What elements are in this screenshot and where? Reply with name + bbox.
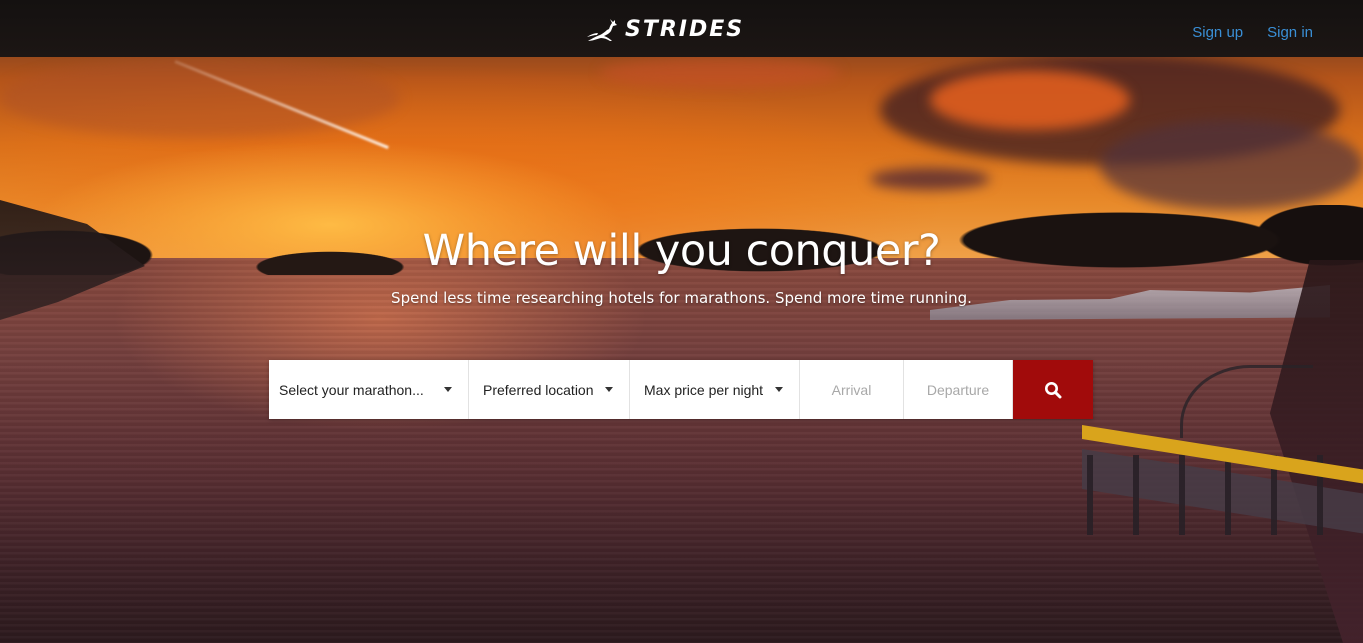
cloud bbox=[870, 168, 990, 190]
hotel-search-form: Select your marathon... Preferred locati… bbox=[269, 359, 1093, 420]
chevron-down-icon bbox=[605, 387, 613, 392]
departure-date-input[interactable] bbox=[904, 359, 1012, 420]
sign-in-link[interactable]: Sign in bbox=[1267, 24, 1313, 41]
cloud bbox=[1100, 120, 1363, 210]
location-select-value: Preferred location bbox=[483, 381, 594, 398]
brand-name: STRIDES bbox=[625, 16, 745, 42]
brand-logo-link[interactable]: STRIDES bbox=[585, 10, 744, 48]
page: STRIDES Sign up Sign in Where will you c… bbox=[0, 0, 1363, 643]
chevron-down-icon bbox=[775, 387, 783, 392]
arrival-date-input[interactable] bbox=[800, 359, 903, 420]
gazelle-leaping-icon bbox=[587, 19, 617, 41]
top-navbar: STRIDES Sign up Sign in bbox=[0, 0, 1363, 57]
marathon-select-value: Select your marathon... bbox=[279, 381, 424, 398]
search-button[interactable] bbox=[1013, 360, 1093, 419]
cloud bbox=[600, 58, 840, 88]
search-icon bbox=[1045, 381, 1062, 398]
hero-title: Where will you conquer? bbox=[422, 226, 941, 276]
hero-subtitle: Spend less time researching hotels for m… bbox=[391, 289, 972, 307]
sign-up-link[interactable]: Sign up bbox=[1192, 24, 1243, 41]
account-nav: Sign up Sign in bbox=[1192, 24, 1313, 41]
departure-field-wrapper bbox=[904, 359, 1013, 420]
hero-background-image bbox=[0, 0, 1363, 643]
chevron-down-icon bbox=[444, 387, 452, 392]
marathon-select[interactable]: Select your marathon... bbox=[269, 360, 469, 419]
location-select[interactable]: Preferred location bbox=[469, 360, 630, 419]
cloud bbox=[930, 70, 1130, 130]
arrival-field-wrapper bbox=[800, 359, 904, 420]
max-price-select[interactable]: Max price per night bbox=[630, 360, 800, 419]
pier bbox=[1082, 425, 1363, 535]
max-price-select-value: Max price per night bbox=[644, 381, 764, 398]
